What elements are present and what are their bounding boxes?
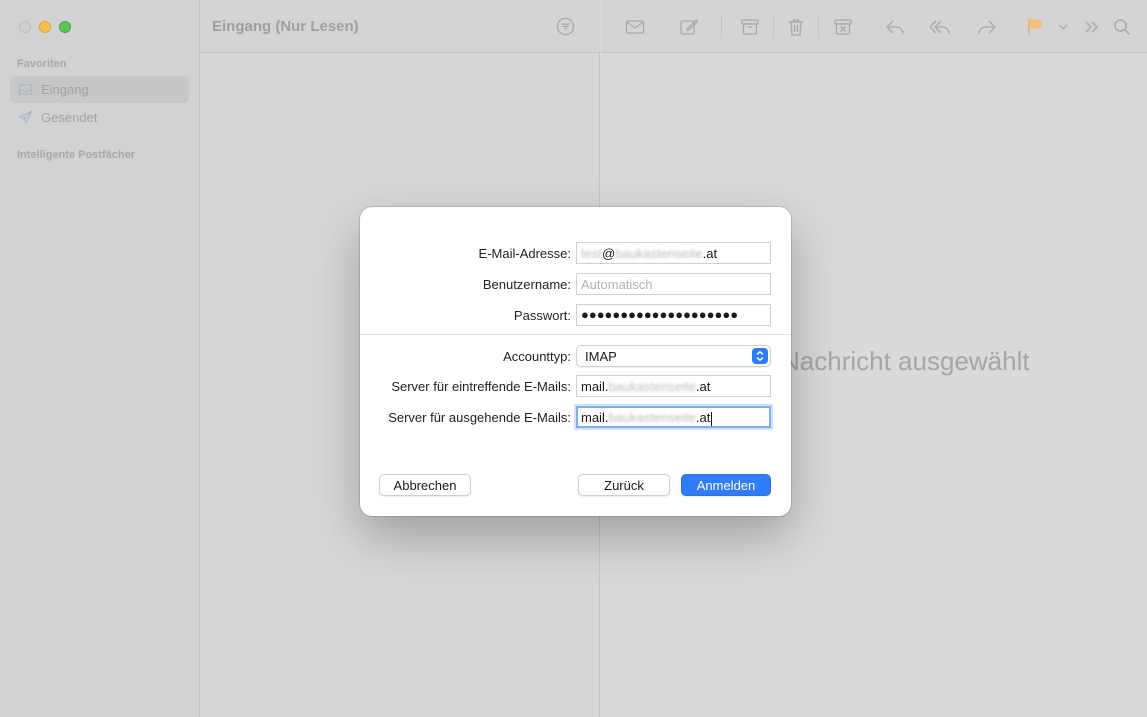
window-controls [19,21,71,33]
compose-icon[interactable] [678,16,700,38]
trash-icon[interactable] [785,16,807,38]
envelope-icon[interactable] [624,16,646,38]
incoming-server-field[interactable]: mail.baukastenseite.at [576,375,771,397]
email-at-sign: @ [601,246,616,261]
sign-in-button[interactable]: Anmelden [681,474,771,496]
archive-icon[interactable] [739,16,761,38]
email-row: E-Mail-Adresse: test@baukastenseite.at [360,242,791,266]
toolbar-separator [721,16,722,38]
reply-icon[interactable] [884,16,906,38]
filter-icon[interactable] [556,17,575,36]
forward-icon[interactable] [976,16,998,38]
message-toolbar [601,0,1147,53]
incoming-prefix: mail. [581,379,609,394]
incoming-domain-redacted: baukastenseite [608,379,696,394]
toolbar-separator [773,16,774,38]
outgoing-prefix: mail. [581,410,609,425]
inbox-icon [18,84,33,95]
zoom-window-button[interactable] [59,21,71,33]
email-user-redacted: test [581,246,602,261]
outgoing-tld: .at [695,410,711,425]
username-field[interactable]: Automatisch [576,273,771,295]
search-icon[interactable] [1111,16,1133,38]
password-row: Passwort: ●●●●●●●●●●●●●●●●●●●● [360,304,791,328]
email-label: E-Mail-Adresse: [478,246,571,261]
outgoing-server-field[interactable]: mail.baukastenseite.at [576,406,771,428]
password-label: Passwort: [513,308,571,323]
more-toolbar-icon[interactable] [1081,16,1103,38]
chevron-down-icon[interactable] [1056,16,1070,38]
close-window-button[interactable] [19,21,31,33]
incoming-server-label: Server für eintreffende E-Mails: [391,379,571,394]
outgoing-server-row: Server für ausgehende E-Mails: mail.bauk… [360,406,791,430]
account-setup-dialog: E-Mail-Adresse: test@baukastenseite.at B… [360,207,791,516]
sidebar-heading-smart-mailboxes: Intelligente Postfächer [17,149,135,161]
account-type-value: IMAP [585,349,617,364]
username-row: Benutzername: Automatisch [360,273,791,297]
list-toolbar: Eingang (Nur Lesen) [200,0,600,53]
incoming-server-row: Server für eintreffende E-Mails: mail.ba… [360,375,791,399]
outgoing-server-label: Server für ausgehende E-Mails: [388,410,571,425]
reply-all-icon[interactable] [929,16,951,38]
sidebar-item-label: Gesendet [41,110,98,125]
cancel-button[interactable]: Abbrechen [379,474,471,496]
sidebar-item-label: Eingang [41,82,89,97]
incoming-tld: .at [695,379,711,394]
username-label: Benutzername: [482,277,571,292]
sidebar: Favoriten Eingang Gesendet Intelligente … [0,0,200,717]
email-field[interactable]: test@baukastenseite.at [576,242,771,264]
email-tld: .at [702,246,718,261]
toolbar-separator [818,16,819,38]
back-button[interactable]: Zurück [578,474,670,496]
outgoing-domain-redacted: baukastenseite [608,410,696,425]
email-domain-redacted: baukastenseite [615,246,703,261]
updown-chevron-icon [752,348,768,364]
flag-icon[interactable] [1024,16,1046,38]
mailbox-title: Eingang (Nur Lesen) [212,18,359,35]
sidebar-item-sent[interactable]: Gesendet [10,104,189,131]
sidebar-heading-favorites: Favoriten [17,58,67,70]
empty-message-text: Nachricht ausgewählt [781,346,1030,376]
account-type-select[interactable]: IMAP [576,345,771,367]
password-field[interactable]: ●●●●●●●●●●●●●●●●●●●● [576,304,771,326]
paper-plane-icon [18,110,33,125]
password-dots: ●●●●●●●●●●●●●●●●●●●● [581,307,739,322]
sidebar-item-inbox[interactable]: Eingang [10,76,189,103]
account-type-label: Accounttyp: [503,349,571,364]
dialog-divider [360,334,791,335]
junk-icon[interactable] [832,16,854,38]
account-type-row: Accounttyp: IMAP [360,345,791,369]
text-caret [711,411,713,426]
minimize-window-button[interactable] [39,21,51,33]
